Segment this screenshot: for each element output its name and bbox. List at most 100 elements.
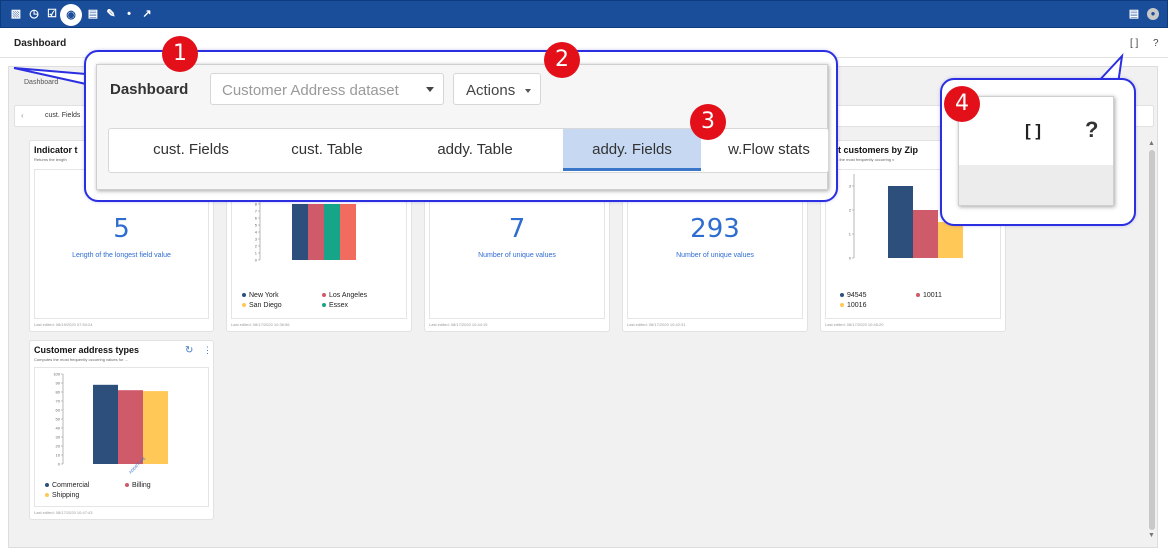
tab-cust-table[interactable]: cust. Table xyxy=(269,129,385,171)
y-tick-label: 0 xyxy=(255,258,258,263)
address-types-bar-chart: 0102030405060708090100ADDRTYPE xyxy=(53,372,168,475)
address-types-card: Customer address types Computes the most… xyxy=(29,340,214,520)
y-tick-label: 2 xyxy=(849,208,852,213)
scroll-up-icon[interactable]: ▲ xyxy=(1148,140,1155,147)
callout-badge-3: 3 xyxy=(690,104,726,140)
unique-value: 293 xyxy=(690,214,740,244)
breadcrumb[interactable]: Dashboard xyxy=(24,79,58,86)
y-tick-label: 4 xyxy=(255,230,258,235)
legend-item: San Diego xyxy=(242,302,282,309)
y-tick-label: 8 xyxy=(255,202,258,207)
y-tick-label: 1 xyxy=(255,251,258,256)
indicator-value: 5 xyxy=(113,214,130,244)
y-tick-label: 0 xyxy=(58,462,61,467)
page-title: Dashboard xyxy=(14,38,67,49)
vertical-scrollbar[interactable]: ▲ ▼ xyxy=(1147,140,1157,542)
card-title: st customers by Zip xyxy=(833,145,919,155)
scroll-down-icon[interactable]: ▼ xyxy=(1148,532,1155,539)
chart-bar[interactable] xyxy=(308,204,324,260)
callout-badge-4: 4 xyxy=(944,86,980,122)
expand-icon[interactable]: [ ] xyxy=(1025,121,1041,141)
legend-item: Los Angeles xyxy=(322,292,367,299)
top-toolbar: ▧ ◷ ☑ ◉ ▤ ✎ • ↗ ▤ ● xyxy=(0,0,1168,28)
scrollbar-thumb[interactable] xyxy=(1149,150,1155,530)
card-subtitle: ms the most frequently occurring v xyxy=(833,157,895,162)
chart-bar[interactable] xyxy=(340,204,356,260)
legend-item: Essex xyxy=(322,302,348,309)
chart-bar[interactable] xyxy=(888,186,913,258)
expand-icon[interactable]: [ ] xyxy=(1130,38,1138,49)
card-body: 0 10 20 30 40 50 60 70 80 90 100 ADDRTYPE Commercia… xyxy=(34,367,209,507)
chart-bar[interactable] xyxy=(292,204,308,260)
chart-bar[interactable] xyxy=(118,390,143,464)
list-icon[interactable]: ▤ xyxy=(1127,7,1141,21)
y-tick-label: 6 xyxy=(255,216,258,221)
y-tick-label: 80 xyxy=(56,390,61,395)
actions-button[interactable]: Actions xyxy=(453,73,541,105)
tab-scroll-left-icon[interactable]: ‹ xyxy=(21,111,24,120)
chart-bar[interactable] xyxy=(324,204,340,260)
y-tick-label: 10 xyxy=(56,453,61,458)
legend-item: Commercial xyxy=(45,482,89,489)
callout-badge-1: 1 xyxy=(162,36,198,72)
y-tick-label: 70 xyxy=(56,399,61,404)
unique-value: 7 xyxy=(508,214,526,244)
y-tick-label: 7 xyxy=(255,209,258,214)
wrench-icon[interactable]: ↗ xyxy=(140,7,154,21)
y-tick-label: 60 xyxy=(56,408,61,413)
y-tick-label: 40 xyxy=(56,426,61,431)
unique-caption: Number of unique values xyxy=(676,252,754,259)
card-title: Indicator t xyxy=(34,145,78,155)
chart-bar[interactable] xyxy=(938,222,963,258)
refresh-icon[interactable]: ↻ xyxy=(185,345,193,356)
callout-zoom-panel: [ ] ? xyxy=(958,96,1114,206)
last-edited: Last edited: 08/17/2020 10:45:20 xyxy=(825,322,884,327)
pin-icon[interactable]: • xyxy=(122,7,136,21)
edit-document-icon[interactable]: ✎ xyxy=(104,7,118,21)
chevron-down-icon xyxy=(426,87,434,92)
y-tick-label: 2 xyxy=(255,244,258,249)
tab-wflow-stats[interactable]: w.Flow stats xyxy=(711,129,827,171)
clock-icon[interactable]: ◷ xyxy=(27,7,41,21)
dataset-select[interactable]: Customer Address dataset xyxy=(210,73,444,105)
dashboard-icon[interactable]: ◉ xyxy=(60,4,82,26)
chart-bar[interactable] xyxy=(143,391,168,464)
chart-bar[interactable] xyxy=(93,384,118,464)
last-edited: Last edited: 08/17/2020 10:44:15 xyxy=(429,322,488,327)
help-icon[interactable]: ? xyxy=(1153,38,1159,49)
card-title: Customer address types xyxy=(34,345,140,355)
y-tick-label: 20 xyxy=(56,444,61,449)
legend-item: 10016 xyxy=(840,302,866,309)
panel-footer xyxy=(959,165,1113,205)
checkbox-icon[interactable]: ☑ xyxy=(45,7,59,21)
card-subtitle: Returns the length xyxy=(34,157,67,162)
y-tick-label: 50 xyxy=(56,417,61,422)
last-edited: Last edited: 08/19/2020 07:54:24 xyxy=(34,322,93,327)
more-options-icon[interactable]: ⋮ xyxy=(203,345,212,356)
tab-cust-fields[interactable]: cust. Fields xyxy=(45,112,80,119)
y-tick-label: 1 xyxy=(849,232,852,237)
help-icon[interactable]: ? xyxy=(1085,117,1098,143)
last-edited: Last edited: 08/17/2020 10:47:43 xyxy=(34,510,93,515)
y-tick-label: 3 xyxy=(849,184,852,189)
callout-badge-2: 2 xyxy=(544,42,580,78)
last-edited: Last edited: 08/17/2020 10:36:56 xyxy=(231,322,290,327)
indicator-caption: Length of the longest field value xyxy=(72,252,171,259)
tab-addy-fields[interactable]: addy. Fields xyxy=(563,129,701,171)
database-icon[interactable]: ▧ xyxy=(9,7,23,21)
tab-addy-table[interactable]: addy. Table xyxy=(417,129,533,171)
document-icon[interactable]: ▤ xyxy=(86,7,100,21)
y-tick-label: 100 xyxy=(53,372,60,377)
card-subtitle: Computes the most frequently occurring v… xyxy=(34,357,128,362)
y-tick-label: 3 xyxy=(255,237,258,242)
unique-caption: Number of unique values xyxy=(478,252,556,259)
chart-bar[interactable] xyxy=(913,210,938,258)
chevron-down-icon xyxy=(525,89,531,93)
legend-item: 10011 xyxy=(916,292,942,299)
user-avatar-icon[interactable]: ● xyxy=(1147,8,1159,20)
dashboard-title: Dashboard xyxy=(110,81,189,98)
tab-cust-fields[interactable]: cust. Fields xyxy=(133,129,249,171)
legend-item: New York xyxy=(242,292,279,299)
y-tick-label: 5 xyxy=(255,223,258,228)
last-edited: Last edited: 08/17/2020 10:42:31 xyxy=(627,322,686,327)
